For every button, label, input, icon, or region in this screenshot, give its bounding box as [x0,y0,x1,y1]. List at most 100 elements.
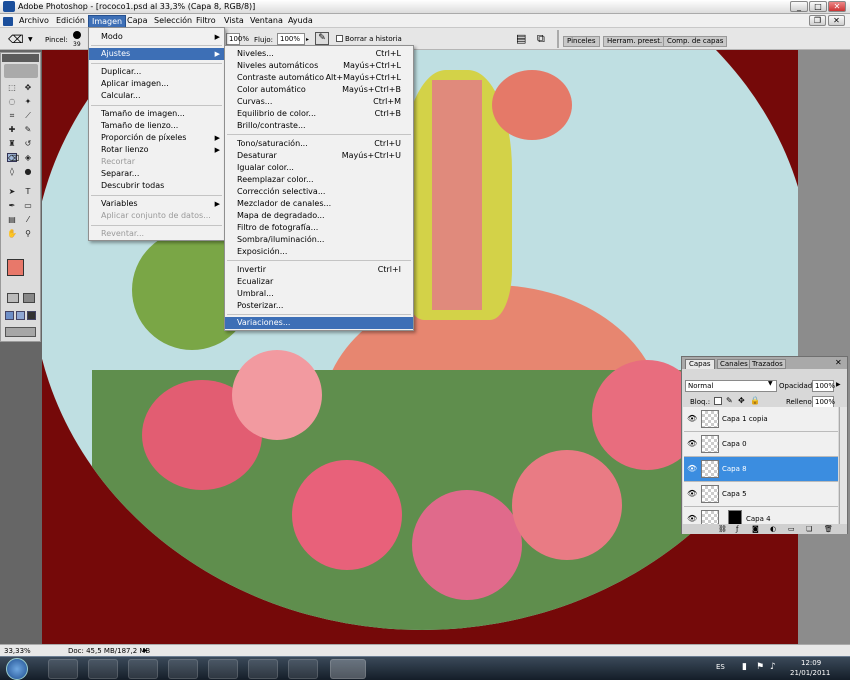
menu-item-color-automatico[interactable]: Color automático Mayús+Ctrl+B [225,84,413,96]
menu-item-rotar-lienzo[interactable]: Rotar lienzo ▶ [89,144,224,156]
menu-item-posterizar[interactable]: Posterizar... [225,300,413,312]
lock-all-icon[interactable]: 🔒 [750,396,760,405]
doc-close-button[interactable]: ✕ [828,15,845,26]
marquee-tool-icon[interactable]: ⬚ [7,83,17,92]
menu-item-duplicar[interactable]: Duplicar... [89,66,224,78]
quickmask-mode-icon[interactable] [23,293,35,303]
pen-tool-icon[interactable]: ✒ [7,201,17,210]
clock-date[interactable]: 21/01/2011 [790,669,830,677]
tray-volume-icon[interactable]: ♪ [770,662,776,672]
menu-item-sombra-iluminacion[interactable]: Sombra/iluminación... [225,234,413,246]
foreground-color-swatch[interactable] [7,259,24,276]
airbrush-icon[interactable]: ✎ [315,32,329,45]
healing-tool-icon[interactable]: ✚ [7,125,17,134]
language-indicator[interactable]: ES [716,663,725,671]
menu-vista[interactable]: Vista [221,15,247,26]
menu-item-variaciones[interactable]: Variaciones... [225,317,413,329]
dodge-tool-icon[interactable]: ● [23,167,33,176]
status-menu-arrow-icon[interactable]: ▶ [143,647,148,654]
toolbox-grip[interactable] [2,54,39,62]
layer-row[interactable]: 👁 Capa 4 [684,507,838,525]
menu-filtro[interactable]: Filtro [193,15,219,26]
menu-edicion[interactable]: Edición [53,15,88,26]
menu-item-contraste-automatico[interactable]: Contraste automático Alt+Mayús+Ctrl+L [225,72,413,84]
flow-field[interactable]: 100% [277,33,305,45]
layer-style-icon[interactable]: ƒ [736,524,738,534]
history-checkbox[interactable] [336,35,343,42]
stamp-tool-icon[interactable]: ♜ [7,139,17,148]
layer-opacity-field[interactable]: 100% [812,380,835,392]
tab-canales[interactable]: Canales [717,359,751,369]
menu-seleccion[interactable]: Selección [151,15,195,26]
document-icon[interactable]: ▤ [516,32,526,45]
jump-to-imageready-icon[interactable] [5,327,36,337]
app-menu-icon[interactable] [3,17,13,26]
menu-item-brillo-contraste[interactable]: Brillo/contraste... [225,120,413,132]
menu-item-equilibrio-color[interactable]: Equilibrio de color... Ctrl+B [225,108,413,120]
menu-item-descubrir-todas[interactable]: Descubrir todas [89,180,224,192]
menu-item-tamano-lienzo[interactable]: Tamaño de lienzo... [89,120,224,132]
history-brush-tool-icon[interactable]: ↺ [23,139,33,148]
menu-capa[interactable]: Capa [124,15,150,26]
eyedropper-tool-icon[interactable]: ⁄ [23,215,33,224]
menu-item-aplicar-imagen[interactable]: Aplicar imagen... [89,78,224,90]
layers-scrollbar[interactable] [839,407,847,525]
layer-row[interactable]: 👁 Capa 1 copia [684,407,838,432]
lasso-tool-icon[interactable]: ◌ [7,97,17,106]
blend-mode-chevron-icon[interactable]: ▼ [768,380,773,387]
delete-layer-icon[interactable]: 🗑 [824,524,833,534]
notes-tool-icon[interactable]: ▤ [7,215,17,224]
taskbar-app-icon[interactable] [168,659,198,679]
zoom-level[interactable]: 33,33% [4,647,31,655]
tab-pinceles[interactable]: Pinceles [563,36,600,47]
layer-row-selected[interactable]: 👁 Capa 8 [684,457,838,482]
tool-preset-chevron-icon[interactable]: ▼ [28,36,33,43]
menu-item-exposicion[interactable]: Exposición... [225,246,413,258]
screen-mode-full-menu-icon[interactable] [16,311,25,320]
taskbar-photoshop-icon[interactable] [330,659,366,679]
menu-item-filtro-fotografia[interactable]: Filtro de fotografía... [225,222,413,234]
menu-item-ajustes[interactable]: Ajustes ▶ [89,48,224,60]
menu-item-separar[interactable]: Separar... [89,168,224,180]
adjustment-layer-icon[interactable]: ◐ [770,524,776,534]
layer-row[interactable]: 👁 Capa 5 [684,482,838,507]
taskbar-scanner-icon[interactable] [248,659,278,679]
doc-restore-button[interactable]: ❐ [809,15,826,26]
tab-herram-preest[interactable]: Herram. preest. [603,36,667,47]
slice-tool-icon[interactable]: ⟋ [23,111,33,120]
menu-item-variables[interactable]: Variables ▶ [89,198,224,210]
menu-item-ecualizar[interactable]: Ecualizar [225,276,413,288]
zoom-tool-icon[interactable]: ⚲ [23,229,33,238]
menu-item-mezclador-canales[interactable]: Mezclador de canales... [225,198,413,210]
menu-item-niveles-automaticos[interactable]: Niveles automáticos Mayús+Ctrl+L [225,60,413,72]
brush-preview-icon[interactable] [73,31,81,39]
flow-chevron-icon[interactable]: ▸ [306,36,309,43]
menu-item-umbral[interactable]: Umbral... [225,288,413,300]
new-layer-icon[interactable]: ❏ [806,524,812,534]
eye-icon[interactable]: 👁 [687,440,697,448]
eye-icon[interactable]: 👁 [687,490,697,498]
eye-icon[interactable]: 👁 [687,515,697,523]
tray-network-icon[interactable]: ▮ [742,662,747,672]
tab-comp-de-capas[interactable]: Comp. de capas [663,36,728,47]
layer-row[interactable]: 👁 Capa 0 [684,432,838,457]
lock-image-icon[interactable]: ✎ [726,396,733,405]
close-button[interactable]: ✕ [828,1,846,12]
taskbar-ie-icon[interactable] [48,659,78,679]
maximize-button[interactable]: □ [809,1,827,12]
eye-icon[interactable]: 👁 [687,415,697,423]
blend-mode-select[interactable]: Normal [685,380,777,392]
menu-item-tono-saturacion[interactable]: Tono/saturación... Ctrl+U [225,138,413,150]
menu-item-proporcion-pixeles[interactable]: Proporción de píxeles ▶ [89,132,224,144]
link-layers-icon[interactable]: ⛓ [718,524,727,534]
clock-time[interactable]: 12:09 [801,659,821,667]
magic-wand-tool-icon[interactable]: ✦ [23,97,33,106]
menu-item-invertir[interactable]: Invertir Ctrl+I [225,264,413,276]
crop-tool-icon[interactable]: ⌗ [7,111,17,120]
menu-item-curvas[interactable]: Curvas... Ctrl+M [225,96,413,108]
opacity-arrow-icon[interactable]: ▶ [836,381,841,388]
blur-tool-icon[interactable]: ◊ [7,167,17,176]
tray-flag-icon[interactable]: ⚑ [756,662,764,672]
new-group-icon[interactable]: ▭ [788,524,795,534]
menu-item-mapa-degradado[interactable]: Mapa de degradado... [225,210,413,222]
